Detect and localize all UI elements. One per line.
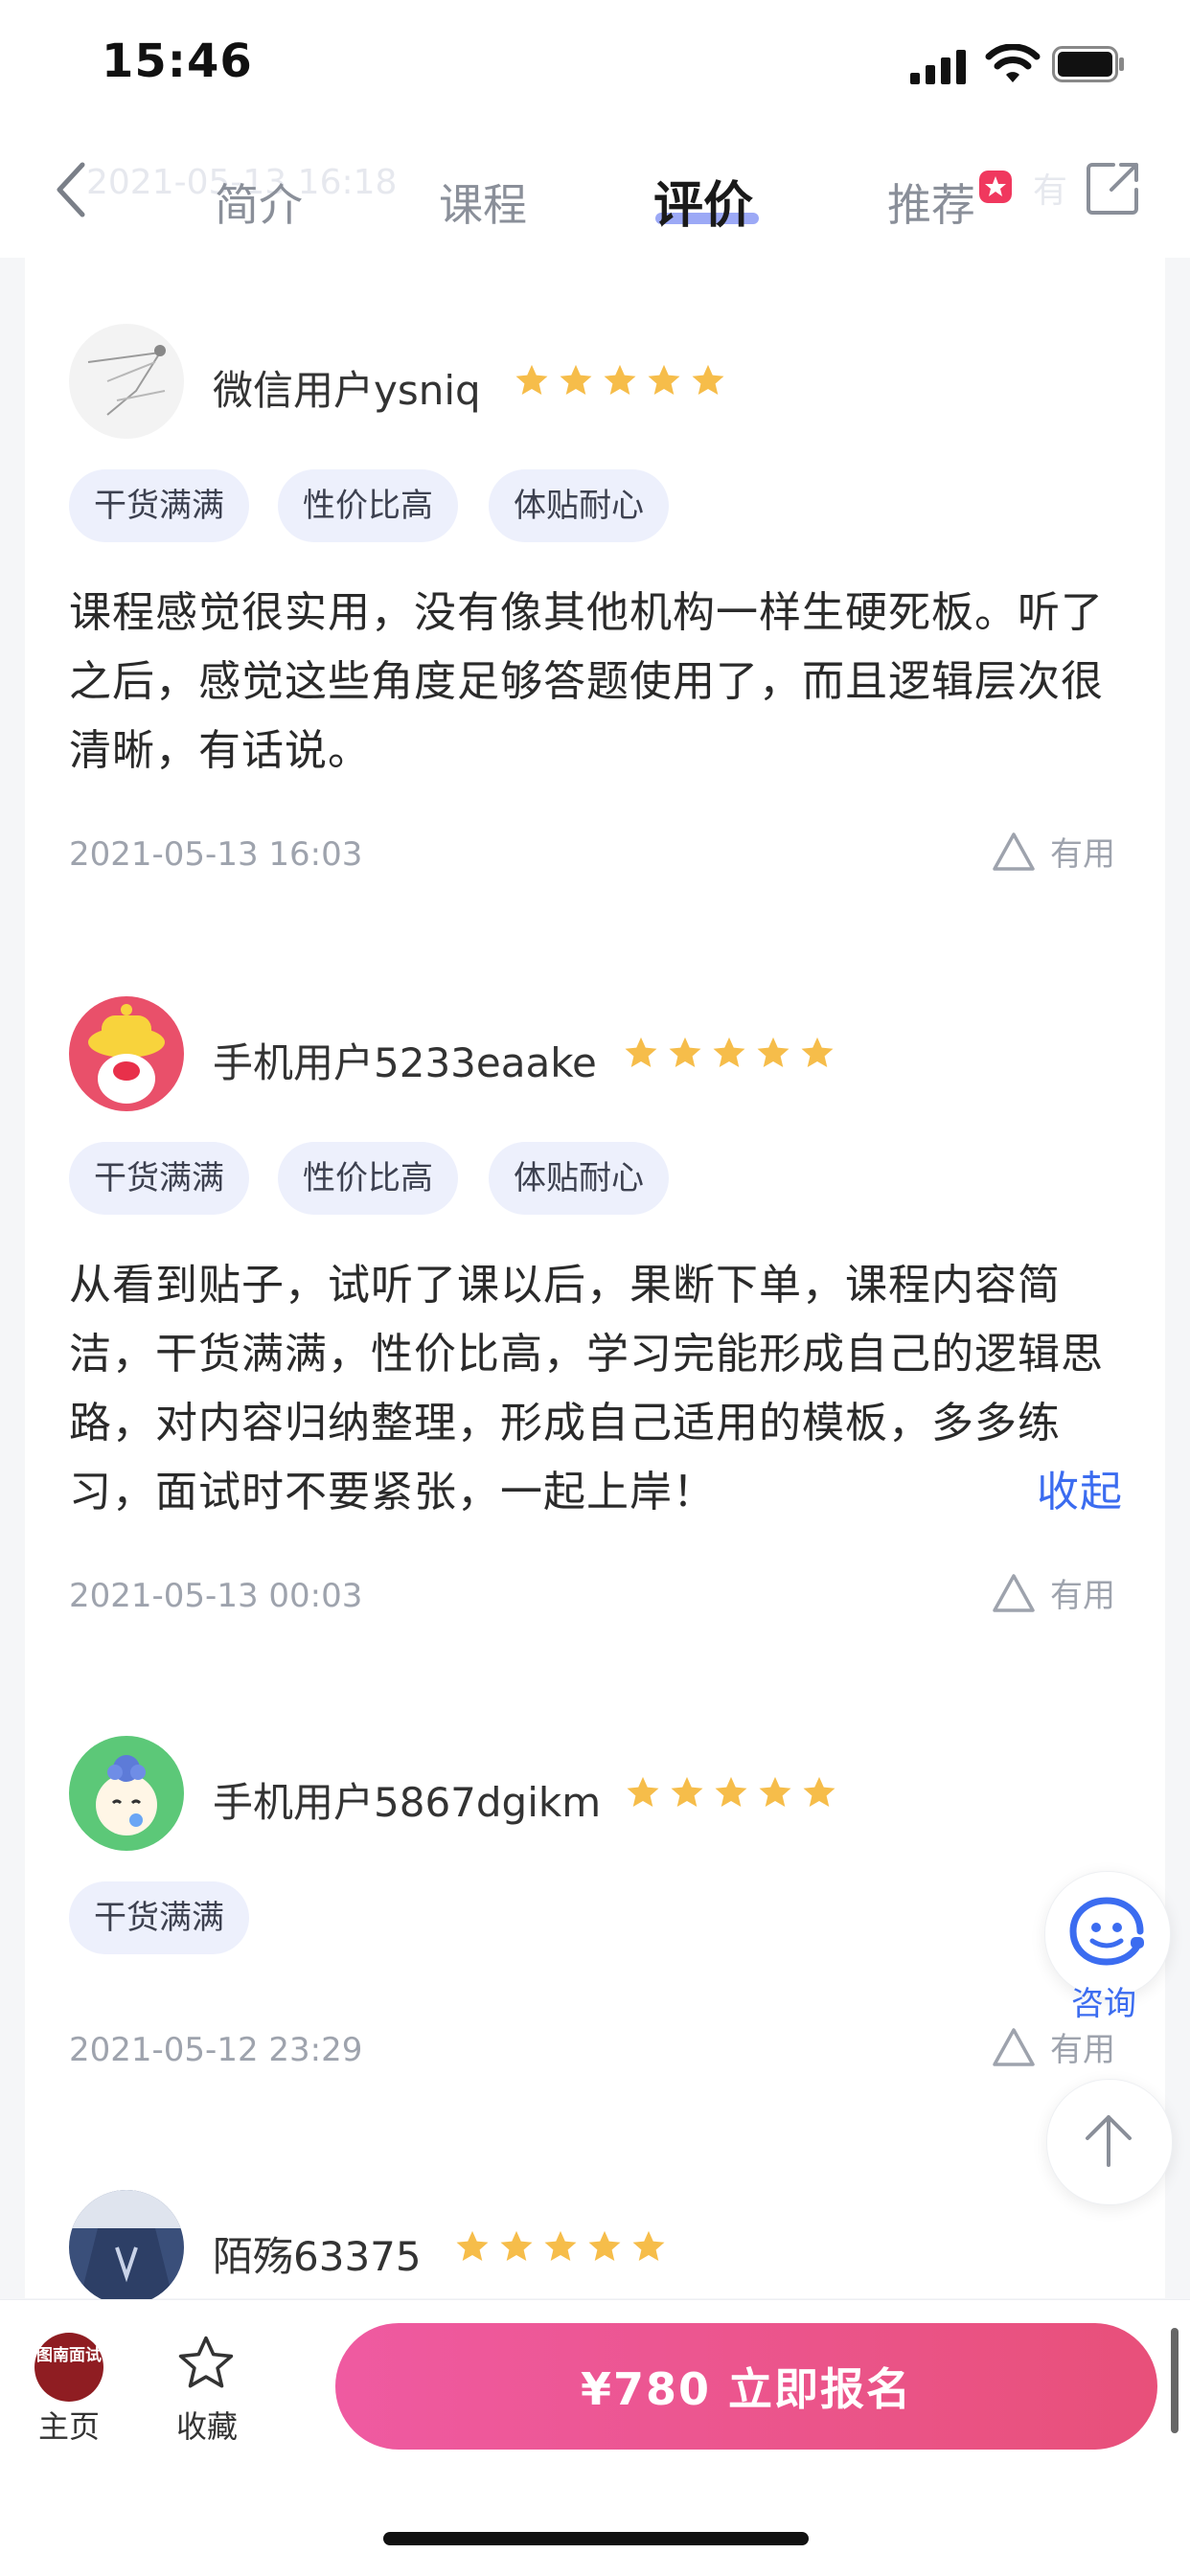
signal-icon: [910, 50, 966, 84]
back-icon[interactable]: [52, 159, 90, 220]
review-time: 2021-05-13 16:03: [69, 835, 363, 874]
star-icon: [544, 2230, 577, 2262]
star-icon: [713, 1037, 745, 1068]
star-icon: [803, 1776, 835, 1808]
star-icon: [627, 1776, 659, 1808]
star-icon: [757, 1037, 790, 1068]
star-icon: [625, 1037, 657, 1068]
scroll-indicator[interactable]: [1171, 2328, 1179, 2433]
consult-label: 咨询: [1071, 1985, 1136, 2023]
home-label[interactable]: 主页: [38, 2403, 100, 2447]
wifi-icon: [985, 44, 1041, 82]
star-icon: [759, 1776, 791, 1808]
tab-recommend[interactable]: 推荐: [887, 171, 975, 234]
star-icon: [648, 364, 680, 396]
useful-button[interactable]: 有用: [991, 2023, 1115, 2070]
back-to-top-icon: [1086, 2115, 1132, 2167]
tab-review[interactable]: 评价: [653, 165, 753, 237]
home-indicator: [383, 2532, 809, 2545]
review-time: 2021-05-13 00:03: [69, 1577, 363, 1615]
rating-stars: [625, 1774, 837, 1811]
home-logo[interactable]: 图南面试: [34, 2333, 103, 2402]
avatar[interactable]: [69, 324, 184, 439]
consult-icon: [1069, 1897, 1144, 1966]
review-tag: 干货满满: [69, 1881, 249, 1954]
useful-button[interactable]: 有用: [991, 1569, 1115, 1616]
review-tag: 性价比高: [278, 469, 458, 542]
review-username: 手机用户5867dgikm: [213, 1779, 602, 1826]
useful-label: 有用: [1050, 1577, 1115, 1615]
star-icon: [632, 2230, 665, 2262]
share-icon[interactable]: [1085, 159, 1142, 217]
review-time: 2021-05-12 23:29: [69, 2031, 363, 2069]
review-tag: 体贴耐心: [489, 1142, 669, 1215]
star-icon: [456, 2230, 489, 2262]
recommend-badge-icon: [979, 171, 1012, 203]
review-username: 手机用户5233eaake: [213, 1039, 597, 1086]
useful-label: 有用: [1050, 835, 1115, 874]
star-icon: [515, 364, 548, 396]
review-username: 微信用户ysniq: [213, 367, 481, 414]
review-tag: 干货满满: [69, 1142, 249, 1215]
star-icon: [801, 1037, 834, 1068]
rating-stars: [454, 2228, 667, 2265]
star-icon: [671, 1776, 703, 1808]
triangle-useful-icon: [993, 1573, 1035, 1612]
review-text-body: 从看到贴子，试听了课以后，果断下单，课程内容简洁，干货满满，性价比高，学习完能形…: [69, 1261, 1104, 1516]
tab-course[interactable]: 课程: [439, 171, 527, 234]
tab-intro[interactable]: 简介: [215, 171, 303, 234]
star-icon: [604, 364, 636, 396]
triangle-useful-icon: [993, 832, 1035, 871]
avatar[interactable]: [69, 2190, 184, 2305]
favorite-star-icon[interactable]: [174, 2332, 238, 2395]
favorite-label[interactable]: 收藏: [176, 2403, 238, 2447]
star-icon: [500, 2230, 533, 2262]
status-time: 15:46: [102, 34, 253, 88]
collapse-link[interactable]: 收起: [1037, 1458, 1123, 1527]
rating-stars: [623, 1035, 835, 1071]
avatar[interactable]: [69, 1736, 184, 1851]
triangle-useful-icon: [993, 2027, 1035, 2066]
enroll-button[interactable]: ¥780 立即报名: [335, 2323, 1157, 2450]
ghost-useful-text: 有: [1033, 171, 1068, 211]
review-tag: 体贴耐心: [489, 469, 669, 542]
star-icon: [692, 364, 724, 396]
avatar[interactable]: [69, 996, 184, 1111]
rating-stars: [514, 362, 726, 399]
review-text: 从看到贴子，试听了课以后，果断下单，课程内容简洁，干货满满，性价比高，学习完能形…: [69, 1251, 1123, 1527]
battery-icon: [1052, 46, 1124, 82]
star-icon: [715, 1776, 747, 1808]
logo-text: 图南面试: [36, 2346, 102, 2365]
review-tag: 性价比高: [278, 1142, 458, 1215]
review-username: 陌殇63375: [213, 2233, 422, 2280]
useful-label: 有用: [1050, 2031, 1115, 2069]
star-icon: [560, 364, 592, 396]
star-icon: [588, 2230, 621, 2262]
useful-button[interactable]: 有用: [991, 828, 1115, 875]
review-text: 课程感觉很实用，没有像其他机构一样生硬死板。听了之后，感觉这些角度足够答题使用了…: [69, 588, 1104, 775]
star-icon: [669, 1037, 701, 1068]
review-tag: 干货满满: [69, 469, 249, 542]
